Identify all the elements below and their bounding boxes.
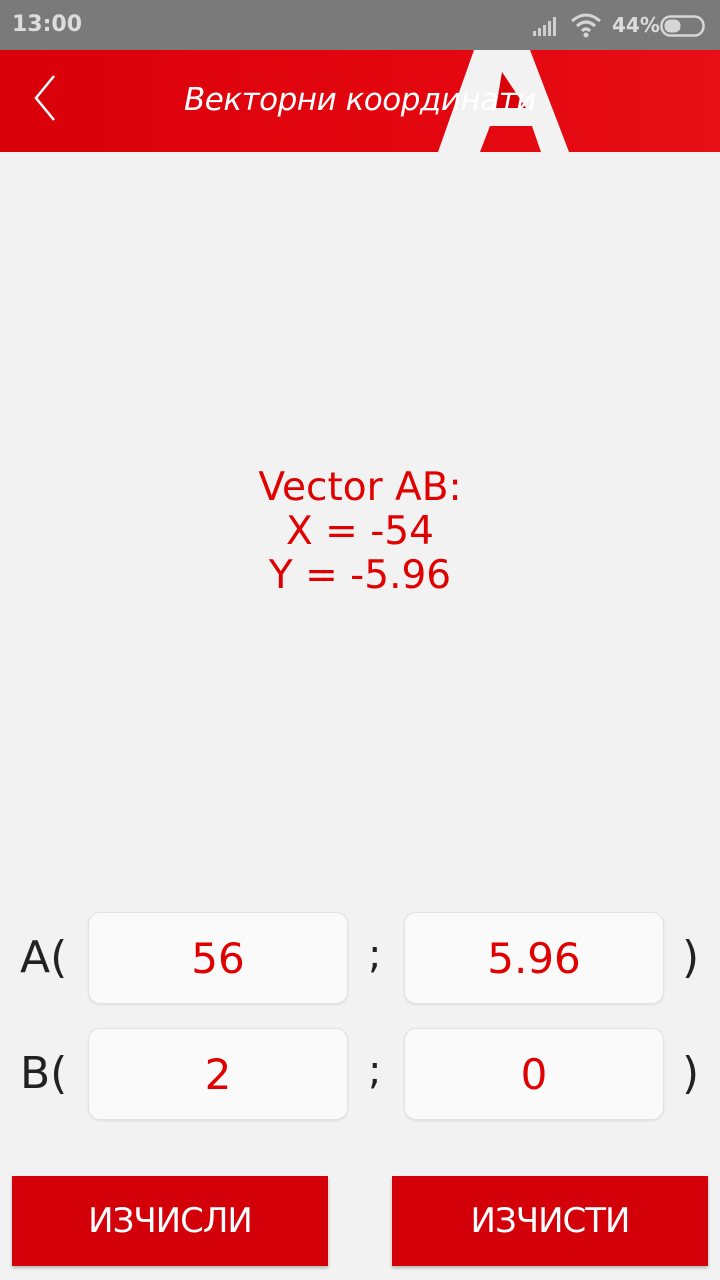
point-b-x-input[interactable]: 2 (88, 1028, 348, 1120)
result-y: Y = -5.96 (268, 553, 452, 598)
status-bar: 13:00 44% (0, 0, 720, 50)
wifi-icon (570, 12, 602, 43)
battery-icon (660, 15, 708, 42)
close-paren: ) (682, 932, 700, 983)
clear-button[interactable]: ИЗЧИСТИ (392, 1176, 708, 1266)
close-paren: ) (682, 1048, 700, 1099)
result-x: X = -54 (286, 509, 434, 554)
app-header: Векторни координати (0, 50, 720, 152)
point-a-label: A( (20, 932, 68, 983)
calculate-button[interactable]: ИЗЧИСЛИ (12, 1176, 328, 1266)
point-a-row: A( 56 ; 5.96 ) (0, 912, 720, 1004)
status-time: 13:00 (12, 12, 83, 37)
point-a-y-input[interactable]: 5.96 (404, 912, 664, 1004)
point-b-row: B( 2 ; 0 ) (0, 1028, 720, 1120)
battery-percent: 44% (612, 13, 660, 37)
point-b-label: B( (20, 1048, 68, 1099)
separator: ; (368, 932, 382, 978)
point-b-y-input[interactable]: 0 (404, 1028, 664, 1120)
point-a-x-input[interactable]: 56 (88, 912, 348, 1004)
signal-icon (533, 16, 561, 41)
result-title: Vector AB: (258, 465, 462, 510)
result-block: Vector AB: X = -54 Y = -5.96 (0, 466, 720, 598)
separator: ; (368, 1048, 382, 1094)
page-title: Векторни координати (184, 82, 536, 118)
